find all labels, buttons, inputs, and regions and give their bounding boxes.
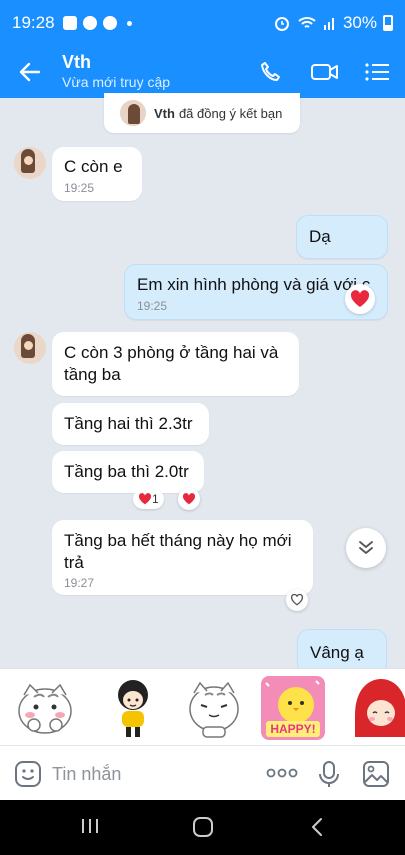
message-text: Vâng ạ	[310, 643, 364, 662]
battery-icon	[383, 15, 393, 31]
message-bubble[interactable]: Tầng ba hết tháng này họ mới trả 19:27	[52, 520, 313, 595]
message-time: 19:25	[137, 299, 168, 313]
heart-reaction-button[interactable]	[178, 488, 200, 510]
sticker-cat-wink[interactable]	[181, 675, 247, 741]
heart-icon	[182, 493, 196, 505]
menu-button[interactable]	[362, 57, 392, 87]
reaction-count: 1	[152, 492, 159, 506]
contact-name[interactable]: Vth	[62, 52, 91, 73]
status-bar: 19:28 30%	[0, 0, 405, 46]
message-text: Tầng hai thì 2.3tr	[64, 414, 193, 433]
sticker-girl-yellow[interactable]	[100, 675, 166, 741]
avatar	[118, 98, 148, 128]
chat-header: Vth Vừa mới truy cập	[0, 46, 405, 98]
more-notifications-dot	[126, 20, 132, 26]
microphone-icon	[319, 761, 339, 787]
system-back-button[interactable]	[308, 816, 326, 843]
notice-text: đã đồng ý kết bạn	[178, 105, 283, 121]
message-text: Em xin hình phòng và giá với c	[137, 275, 371, 294]
system-navigation-bar	[0, 800, 405, 855]
sticker-cat-shy[interactable]	[12, 675, 78, 741]
wifi-icon	[298, 17, 316, 28]
status-time: 19:28	[12, 13, 55, 32]
battery-percent: 30%	[342, 13, 377, 32]
image-picker-button[interactable]	[362, 760, 390, 793]
notice-name: Vth	[154, 105, 175, 121]
recent-apps-icon	[82, 819, 98, 833]
message-text: C còn 3 phòng ở tầng hai và tầng ba	[64, 343, 279, 384]
messenger-notification-icon-2	[102, 16, 117, 30]
list-menu-icon	[365, 63, 389, 81]
message-bubble[interactable]: Tầng hai thì 2.3tr	[52, 403, 209, 445]
image-gallery-icon	[363, 761, 389, 787]
alarm-icon	[274, 17, 289, 31]
message-time: 19:25	[64, 181, 95, 195]
phone-icon	[261, 62, 280, 81]
contact-avatar[interactable]	[14, 332, 46, 364]
cat-sticker-icon	[189, 681, 239, 738]
video-call-button[interactable]	[308, 57, 342, 87]
signal-icon	[323, 18, 334, 30]
happy-sticker-text: HAPPY!	[270, 722, 315, 736]
smiley-icon	[15, 761, 41, 787]
recent-apps-button[interactable]	[80, 816, 100, 841]
video-camera-icon	[311, 64, 338, 80]
heart-icon	[138, 493, 152, 505]
message-input[interactable]	[52, 762, 242, 786]
heart-reaction-button[interactable]	[345, 284, 375, 314]
sticker-chick-happy[interactable]: HAPPY!	[260, 675, 326, 741]
scroll-to-bottom-button[interactable]	[346, 528, 386, 568]
message-text: Tầng ba thì 2.0tr	[64, 462, 189, 481]
message-input-bar	[0, 745, 405, 800]
heart-icon	[350, 290, 370, 307]
happy-chick-sticker-icon: HAPPY!	[261, 676, 325, 740]
gallery-notification-icon	[62, 16, 77, 30]
girl-sticker-icon	[118, 680, 148, 737]
heart-outline-icon	[290, 594, 304, 606]
message-bubble-me[interactable]: Dạ	[296, 215, 388, 259]
more-options-button[interactable]	[266, 766, 298, 785]
chevron-left-icon	[312, 818, 322, 836]
contact-avatar[interactable]	[14, 147, 46, 179]
call-button[interactable]	[256, 57, 286, 87]
reaction-count-badge[interactable]: 1	[133, 489, 164, 509]
message-bubble[interactable]: C còn e 19:25	[52, 147, 142, 201]
sticker-suggestion-bar: HAPPY!	[0, 668, 405, 745]
message-text: C còn e	[64, 157, 123, 176]
home-icon	[193, 817, 213, 837]
message-bubble[interactable]: C còn 3 phòng ở tầng hai và tầng ba	[52, 332, 299, 396]
home-button[interactable]	[192, 816, 214, 843]
voice-record-button[interactable]	[318, 760, 340, 793]
more-dots-icon	[266, 768, 298, 778]
add-reaction-button[interactable]	[286, 589, 308, 611]
cat-sticker-icon	[18, 683, 72, 734]
message-text: Tầng ba hết tháng này họ mới trả	[64, 531, 292, 572]
message-bubble[interactable]: Tầng ba thì 2.0tr	[52, 451, 204, 493]
back-button[interactable]	[14, 56, 46, 88]
double-chevron-down-icon	[359, 541, 373, 554]
sticker-red-hood[interactable]	[347, 675, 405, 741]
contact-status: Vừa mới truy cập	[62, 74, 171, 90]
red-hood-sticker-icon	[355, 679, 405, 737]
messenger-notification-icon	[82, 16, 97, 30]
friend-accepted-notice: Vth đã đồng ý kết bạn	[104, 93, 300, 133]
message-text: Dạ	[309, 227, 331, 246]
sticker-picker-button[interactable]	[14, 760, 42, 793]
message-time: 19:27	[64, 576, 95, 590]
back-arrow-icon	[19, 62, 41, 82]
